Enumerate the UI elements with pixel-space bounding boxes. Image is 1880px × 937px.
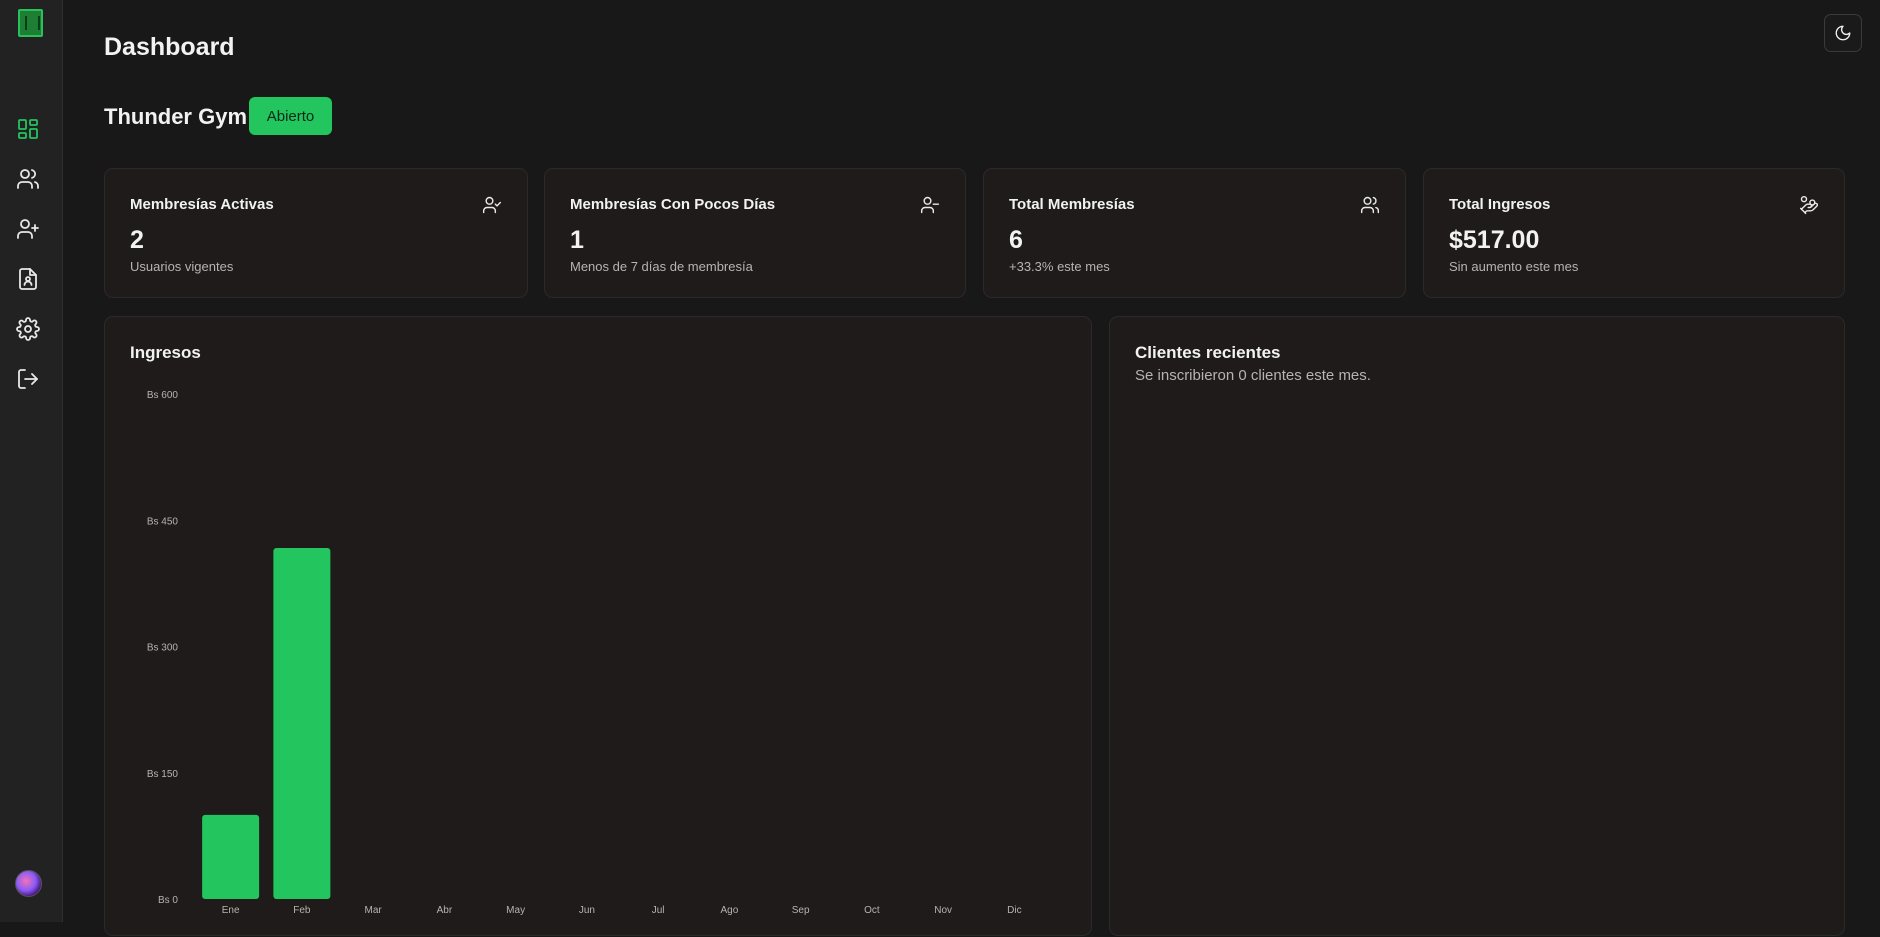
- stat-card-total-income: Total Ingresos $517.00 Sin aumento este …: [1423, 168, 1845, 298]
- logout-icon: [18, 369, 38, 389]
- card-subtitle: +33.3% este mes: [1009, 259, 1110, 274]
- theme-toggle-button[interactable]: [1824, 14, 1862, 52]
- recent-clients-subtitle: Se inscribieron 0 clientes este mes.: [1135, 367, 1371, 384]
- app-logo-icon[interactable]: [18, 9, 43, 37]
- user-plus-icon: [17, 219, 39, 239]
- sidebar-item-dashboard[interactable]: [15, 116, 41, 142]
- sidebar-item-logout[interactable]: [15, 366, 41, 392]
- x-tick-label: Feb: [293, 905, 311, 916]
- x-tick-label: Oct: [864, 905, 880, 916]
- hand-coins-icon: [1799, 195, 1819, 215]
- layout-grid-icon: [18, 119, 38, 139]
- moon-icon: [1835, 25, 1851, 41]
- card-subtitle: Usuarios vigentes: [130, 259, 234, 274]
- sidebar: [0, 0, 63, 922]
- recent-clients-panel: Clientes recientes Se inscribieron 0 cli…: [1109, 316, 1845, 936]
- card-subtitle: Sin aumento este mes: [1449, 259, 1579, 274]
- gear-icon: [16, 317, 40, 341]
- x-tick-label: May: [506, 905, 525, 916]
- y-tick-label: Bs 150: [147, 769, 179, 780]
- x-tick-label: Nov: [934, 905, 952, 916]
- card-value: $517.00: [1449, 226, 1540, 254]
- stat-card-active-memberships: Membresías Activas 2 Usuarios vigentes: [104, 168, 528, 298]
- card-value: 2: [130, 226, 144, 254]
- sidebar-item-reports[interactable]: [15, 266, 41, 292]
- card-title: Total Membresías: [1009, 196, 1135, 213]
- stat-card-expiring-memberships: Membresías Con Pocos Días 1 Menos de 7 d…: [544, 168, 966, 298]
- user-check-icon: [482, 195, 502, 215]
- sidebar-item-settings[interactable]: [15, 316, 41, 342]
- avatar[interactable]: [15, 870, 42, 897]
- x-tick-label: Sep: [792, 905, 810, 916]
- bar-feb[interactable]: [273, 548, 331, 899]
- x-tick-label: Ago: [720, 905, 738, 916]
- sidebar-item-add-user[interactable]: [15, 216, 41, 242]
- x-tick-label: Ene: [222, 905, 240, 916]
- x-tick-label: Jul: [652, 905, 665, 916]
- income-bar-chart: Bs 0 Bs 150 Bs 300 Bs 450 Bs 600 Ene Feb Mar Abr…: [147, 390, 1022, 916]
- file-user-icon: [19, 268, 37, 290]
- card-value: 6: [1009, 226, 1023, 254]
- recent-clients-title: Clientes recientes: [1135, 343, 1281, 362]
- page-title: Dashboard: [104, 33, 235, 61]
- sidebar-item-users[interactable]: [15, 166, 41, 192]
- users-icon: [17, 169, 39, 189]
- stat-card-total-memberships: Total Membresías 6 +33.3% este mes: [983, 168, 1406, 298]
- y-tick-label: Bs 600: [147, 390, 179, 401]
- user-minus-icon: [920, 195, 940, 215]
- x-tick-label: Dic: [1007, 905, 1021, 916]
- x-tick-label: Abr: [437, 905, 453, 916]
- y-tick-label: Bs 300: [147, 643, 179, 654]
- x-tick-label: Jun: [579, 905, 595, 916]
- users-icon: [1360, 195, 1380, 215]
- card-title: Total Ingresos: [1449, 196, 1551, 213]
- bar-ene[interactable]: [202, 814, 260, 899]
- status-badge[interactable]: Abierto: [249, 97, 332, 135]
- card-value: 1: [570, 226, 584, 254]
- x-tick-label: Mar: [365, 905, 383, 916]
- card-subtitle: Menos de 7 días de membresía: [570, 259, 753, 274]
- gym-name: Thunder Gym: [104, 104, 248, 129]
- y-tick-label: Bs 450: [147, 516, 179, 527]
- card-title: Membresías Con Pocos Días: [570, 196, 776, 213]
- income-panel: Ingresos Bs 0 Bs 150 Bs 300 Bs 450 Bs 600 Ene…: [104, 316, 1092, 936]
- y-tick-label: Bs 0: [158, 895, 178, 906]
- card-title: Membresías Activas: [130, 196, 274, 213]
